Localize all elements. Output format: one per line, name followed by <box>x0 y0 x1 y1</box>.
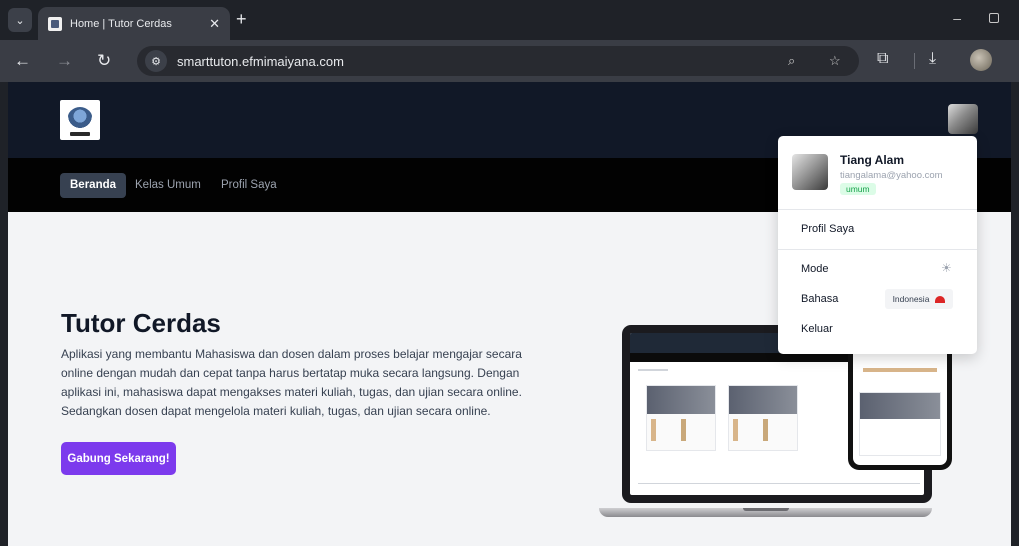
preview-card-banner <box>729 386 797 414</box>
dropdown-divider <box>778 249 977 250</box>
menu-mode[interactable]: Mode <box>801 263 829 275</box>
user-name: Tiang Alam <box>840 153 905 167</box>
browser-toolbar: ← → ↻ ⚙ smarttuton.efmimaiyana.com ⌕ ☆ ⧉… <box>0 40 1019 82</box>
language-select[interactable]: Indonesia <box>885 289 953 309</box>
toolbar-divider <box>914 53 915 69</box>
phone-screen-preview <box>853 342 947 465</box>
preview-card-stats <box>733 419 793 441</box>
user-avatar-button[interactable] <box>948 104 978 134</box>
user-dropdown-menu: Tiang Alam tiangalama@yahoo.com umum Pro… <box>778 136 977 354</box>
laptop-base <box>599 508 932 517</box>
minimize-icon[interactable]: – <box>953 10 961 26</box>
menu-bahasa: Bahasa <box>801 293 839 305</box>
role-badge: umum <box>840 183 876 195</box>
menu-keluar[interactable]: Keluar <box>801 323 833 335</box>
preview-card-banner <box>860 393 940 419</box>
preview-heading <box>638 369 668 371</box>
dropdown-avatar <box>792 154 828 190</box>
phone-mockup-image <box>848 337 952 470</box>
browser-tab[interactable]: Home | Tutor Cerdas ✕ <box>38 7 230 40</box>
back-icon[interactable]: ← <box>14 52 31 69</box>
browser-profile-avatar[interactable] <box>970 49 992 71</box>
site-info-icon[interactable]: ⚙ <box>145 50 167 72</box>
preview-footer-line <box>638 483 920 484</box>
nav-kelas-umum[interactable]: Kelas Umum <box>125 173 211 198</box>
language-value: Indonesia <box>892 294 930 304</box>
preview-class-card <box>859 392 941 456</box>
nav-beranda[interactable]: Beranda <box>60 173 127 198</box>
reload-icon[interactable]: ↻ <box>97 52 111 69</box>
zoom-icon[interactable]: ⌕ <box>788 53 795 69</box>
url-text: smarttuton.efmimaiyana.com <box>177 53 344 69</box>
site-logo[interactable] <box>60 100 100 140</box>
restore-icon[interactable] <box>989 13 999 23</box>
tab-title: Home | Tutor Cerdas <box>70 17 172 30</box>
hero-title: Tutor Cerdas <box>61 308 221 338</box>
extensions-icon[interactable]: ⧉ <box>877 51 888 67</box>
indonesia-flag-icon <box>935 295 946 303</box>
hero-description: Aplikasi yang membantu Mahasiswa dan dos… <box>61 347 522 418</box>
nav-profil-saya[interactable]: Profil Saya <box>211 173 287 198</box>
logo-mascot-icon <box>67 107 93 136</box>
sun-icon[interactable]: ☀ <box>941 261 952 275</box>
preview-stat-bar <box>863 368 937 372</box>
tab-bar: ⌄ Home | Tutor Cerdas ✕ + – <box>0 0 1019 40</box>
preview-card-banner <box>647 386 715 414</box>
bookmark-star-icon[interactable]: ☆ <box>829 53 841 69</box>
tab-close-icon[interactable]: ✕ <box>209 16 220 32</box>
forward-icon[interactable]: → <box>56 52 73 69</box>
join-now-button[interactable]: Gabung Sekarang! <box>61 442 176 475</box>
menu-profil-saya[interactable]: Profil Saya <box>801 223 854 235</box>
download-icon[interactable]: ⤓ <box>929 51 936 67</box>
address-bar[interactable]: ⚙ smarttuton.efmimaiyana.com ⌕ ☆ <box>137 46 859 76</box>
favicon-icon <box>48 16 62 31</box>
user-email: tiangalama@yahoo.com <box>840 170 943 181</box>
preview-card-stats <box>651 419 711 441</box>
preview-class-card <box>728 385 798 451</box>
tab-search-icon[interactable]: ⌄ <box>8 8 32 32</box>
dropdown-divider <box>778 209 977 210</box>
new-tab-icon[interactable]: + <box>236 10 247 28</box>
browser-window: ⌄ Home | Tutor Cerdas ✕ + – ← → ↻ ⚙ smar… <box>0 0 1019 546</box>
preview-class-card <box>646 385 716 451</box>
